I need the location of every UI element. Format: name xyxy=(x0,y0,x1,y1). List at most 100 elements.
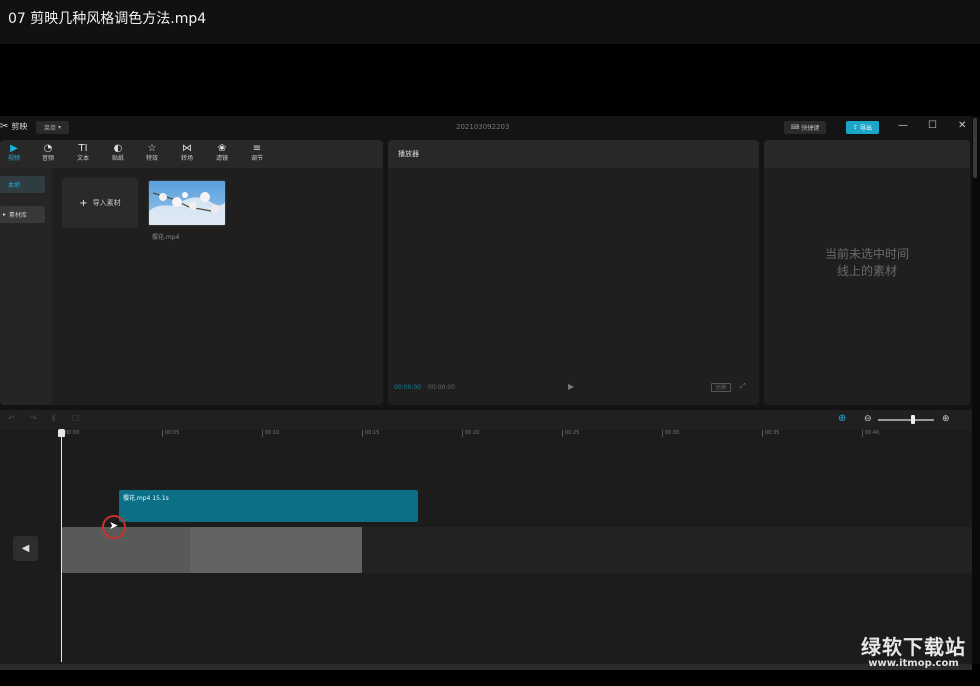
video-title: 07 剪映几种风格调色方法.mp4 xyxy=(8,11,207,27)
caret-right-icon: ▸ xyxy=(3,211,7,218)
app-name: 剪映 xyxy=(11,122,28,131)
zoom-slider-handle[interactable] xyxy=(911,415,915,424)
tab-filter[interactable]: ❀ 滤镜 xyxy=(208,142,236,166)
tab-audio[interactable]: ◔ 音频 xyxy=(34,142,62,166)
snap-icon[interactable]: ⊕ xyxy=(838,413,846,424)
fullscreen-icon[interactable]: ⤢ xyxy=(740,382,746,391)
tab-label: 特效 xyxy=(145,155,158,162)
video-title-bar: 07 剪映几种风格调色方法.mp4 xyxy=(0,0,980,44)
tab-label: 贴纸 xyxy=(111,155,124,162)
plus-icon: + xyxy=(79,197,88,209)
zoom-in-icon[interactable]: ⊕ xyxy=(942,414,950,424)
adjust-icon: ≡ xyxy=(252,143,262,154)
timeline-toolbar: ↶ ↷ ⫴ ☐ ⊕ ⊖ ⊕ xyxy=(0,410,972,430)
import-media-button[interactable]: + 导入素材 xyxy=(62,178,138,228)
properties-header xyxy=(764,140,970,168)
ruler-tick: 00:25 xyxy=(562,430,579,437)
tab-text[interactable]: TI 文本 xyxy=(69,142,97,166)
sidebar-item-label: 素材库 xyxy=(9,212,28,219)
export-label: 导出 xyxy=(860,125,873,132)
current-timecode: 00:00:00 xyxy=(394,384,421,391)
track-audio-toggle-icon[interactable]: ◀ xyxy=(13,536,38,561)
watermark-url: www.itmop.com xyxy=(868,658,959,669)
ruler-tick: 00:15 xyxy=(362,430,379,437)
menu-label: 菜单 xyxy=(43,125,56,132)
keyboard-icon: ⌨ xyxy=(790,124,800,131)
tab-label: 视频 xyxy=(7,155,20,162)
video-icon: ▶ xyxy=(10,143,18,154)
tab-transition[interactable]: ⋈ 转场 xyxy=(173,142,201,166)
delete-icon[interactable]: ☐ xyxy=(72,414,79,423)
playhead-handle[interactable] xyxy=(58,429,65,437)
tab-label: 滤镜 xyxy=(215,155,228,162)
redo-icon[interactable]: ↷ xyxy=(30,414,37,423)
effects-icon: ☆ xyxy=(147,143,157,154)
empty-message-line-1: 当前未选中时间 xyxy=(824,247,909,261)
empty-message-line-2: 线上的素材 xyxy=(836,264,897,278)
tab-label: 调节 xyxy=(250,155,263,162)
tab-label: 转场 xyxy=(180,155,193,162)
clip-label: 樱花.mp4 15.1s xyxy=(123,495,169,502)
export-button[interactable]: ⇪ 导出 xyxy=(846,121,879,134)
sidebar-item-local[interactable]: 本地 xyxy=(0,176,45,193)
tab-effects[interactable]: ☆ 特效 xyxy=(138,142,166,166)
play-icon[interactable]: ▶ xyxy=(568,382,574,391)
ruler-tick: 00:20 xyxy=(462,430,479,437)
undo-icon[interactable]: ↶ xyxy=(8,414,15,423)
chevron-down-icon: ▾ xyxy=(58,124,62,131)
media-toolbar: ▶ 视频 ◔ 音频 TI 文本 ◐ 贴纸 ☆ 特效 ⋈ 转场 ❀ 滤镜 ≡ 调节 xyxy=(0,140,383,168)
ruler-tick: 00:35 xyxy=(762,430,779,437)
tab-video[interactable]: ▶ 视频 xyxy=(0,142,28,166)
app-titlebar: ✂ 剪映 菜单 ▾ 202103092203 ⌨ 快捷键 ⇪ 导出 — ☐ ✕ xyxy=(0,116,972,138)
audio-icon: ◔ xyxy=(43,143,53,154)
export-icon: ⇪ xyxy=(852,124,858,131)
timeline-panel: ↶ ↷ ⫴ ☐ ⊕ ⊖ ⊕ 00:00 00:05 00:10 00:15 00… xyxy=(0,410,972,664)
empty-selection-message: 当前未选中时间 线上的素材 xyxy=(764,246,970,280)
vertical-scrollbar[interactable] xyxy=(972,116,980,664)
horizontal-scrollbar[interactable] xyxy=(0,664,972,670)
tab-adjust[interactable]: ≡ 调节 xyxy=(243,142,271,166)
media-panel: ▶ 视频 ◔ 音频 TI 文本 ◐ 贴纸 ☆ 特效 ⋈ 转场 ❀ 滤镜 ≡ 调节… xyxy=(0,140,383,405)
player-title: 播放器 xyxy=(388,140,759,168)
close-button[interactable]: ✕ xyxy=(958,120,966,132)
shortcut-label: 快捷键 xyxy=(801,125,820,132)
playhead-line[interactable] xyxy=(61,430,62,662)
jianying-logo-icon: ✂ xyxy=(0,121,9,132)
cherry-blossom-thumbnail-image xyxy=(149,181,225,225)
zoom-out-icon[interactable]: ⊖ xyxy=(864,414,872,424)
filter-icon: ❀ xyxy=(217,143,227,154)
ratio-button[interactable]: 比例 xyxy=(711,383,731,392)
tab-sticker[interactable]: ◐ 贴纸 xyxy=(104,142,132,166)
app-window: ✂ 剪映 菜单 ▾ 202103092203 ⌨ 快捷键 ⇪ 导出 — ☐ ✕ … xyxy=(0,116,972,664)
import-label: 导入素材 xyxy=(92,199,121,207)
text-icon: TI xyxy=(78,143,88,154)
ruler-tick: 00:05 xyxy=(162,430,179,437)
media-thumbnail[interactable] xyxy=(148,180,226,226)
maximize-button[interactable]: ☐ xyxy=(928,120,937,132)
properties-panel: 当前未选中时间 线上的素材 xyxy=(764,140,970,405)
total-timecode: 00:00:00 xyxy=(428,384,455,391)
media-sidebar xyxy=(0,168,52,405)
project-name: 202103092203 xyxy=(456,123,510,131)
split-icon[interactable]: ⫴ xyxy=(52,414,55,424)
dragged-video-clip[interactable]: 樱花.mp4 15.1s xyxy=(119,490,418,522)
app-logo: ✂ 剪映 xyxy=(0,121,27,132)
transition-icon: ⋈ xyxy=(182,143,192,154)
vertical-scrollbar-thumb[interactable] xyxy=(973,118,977,178)
minimize-button[interactable]: — xyxy=(898,120,908,132)
timeline-ruler[interactable]: 00:00 00:05 00:10 00:15 00:20 00:25 00:3… xyxy=(0,430,972,442)
sticker-icon: ◐ xyxy=(113,143,123,154)
tab-label: 音频 xyxy=(41,155,54,162)
media-file-name: 樱花.mp4 xyxy=(152,234,180,241)
ruler-tick: 00:40 xyxy=(862,430,879,437)
zoom-slider-track[interactable] xyxy=(878,419,934,421)
tab-label: 文本 xyxy=(76,155,89,162)
watermark: 绿软下载站 www.itmop.com xyxy=(861,636,966,670)
ruler-tick: 00:30 xyxy=(662,430,679,437)
drop-highlight xyxy=(190,527,362,573)
mouse-cursor-icon: ➤ xyxy=(109,519,119,532)
player-panel: 播放器 00:00:00 00:00:00 ▶ 比例 ⤢ xyxy=(388,140,759,405)
shortcut-button[interactable]: ⌨ 快捷键 xyxy=(784,121,826,134)
menu-button[interactable]: 菜单 ▾ xyxy=(36,121,69,134)
sidebar-item-library[interactable]: ▸ 素材库 xyxy=(0,206,45,223)
